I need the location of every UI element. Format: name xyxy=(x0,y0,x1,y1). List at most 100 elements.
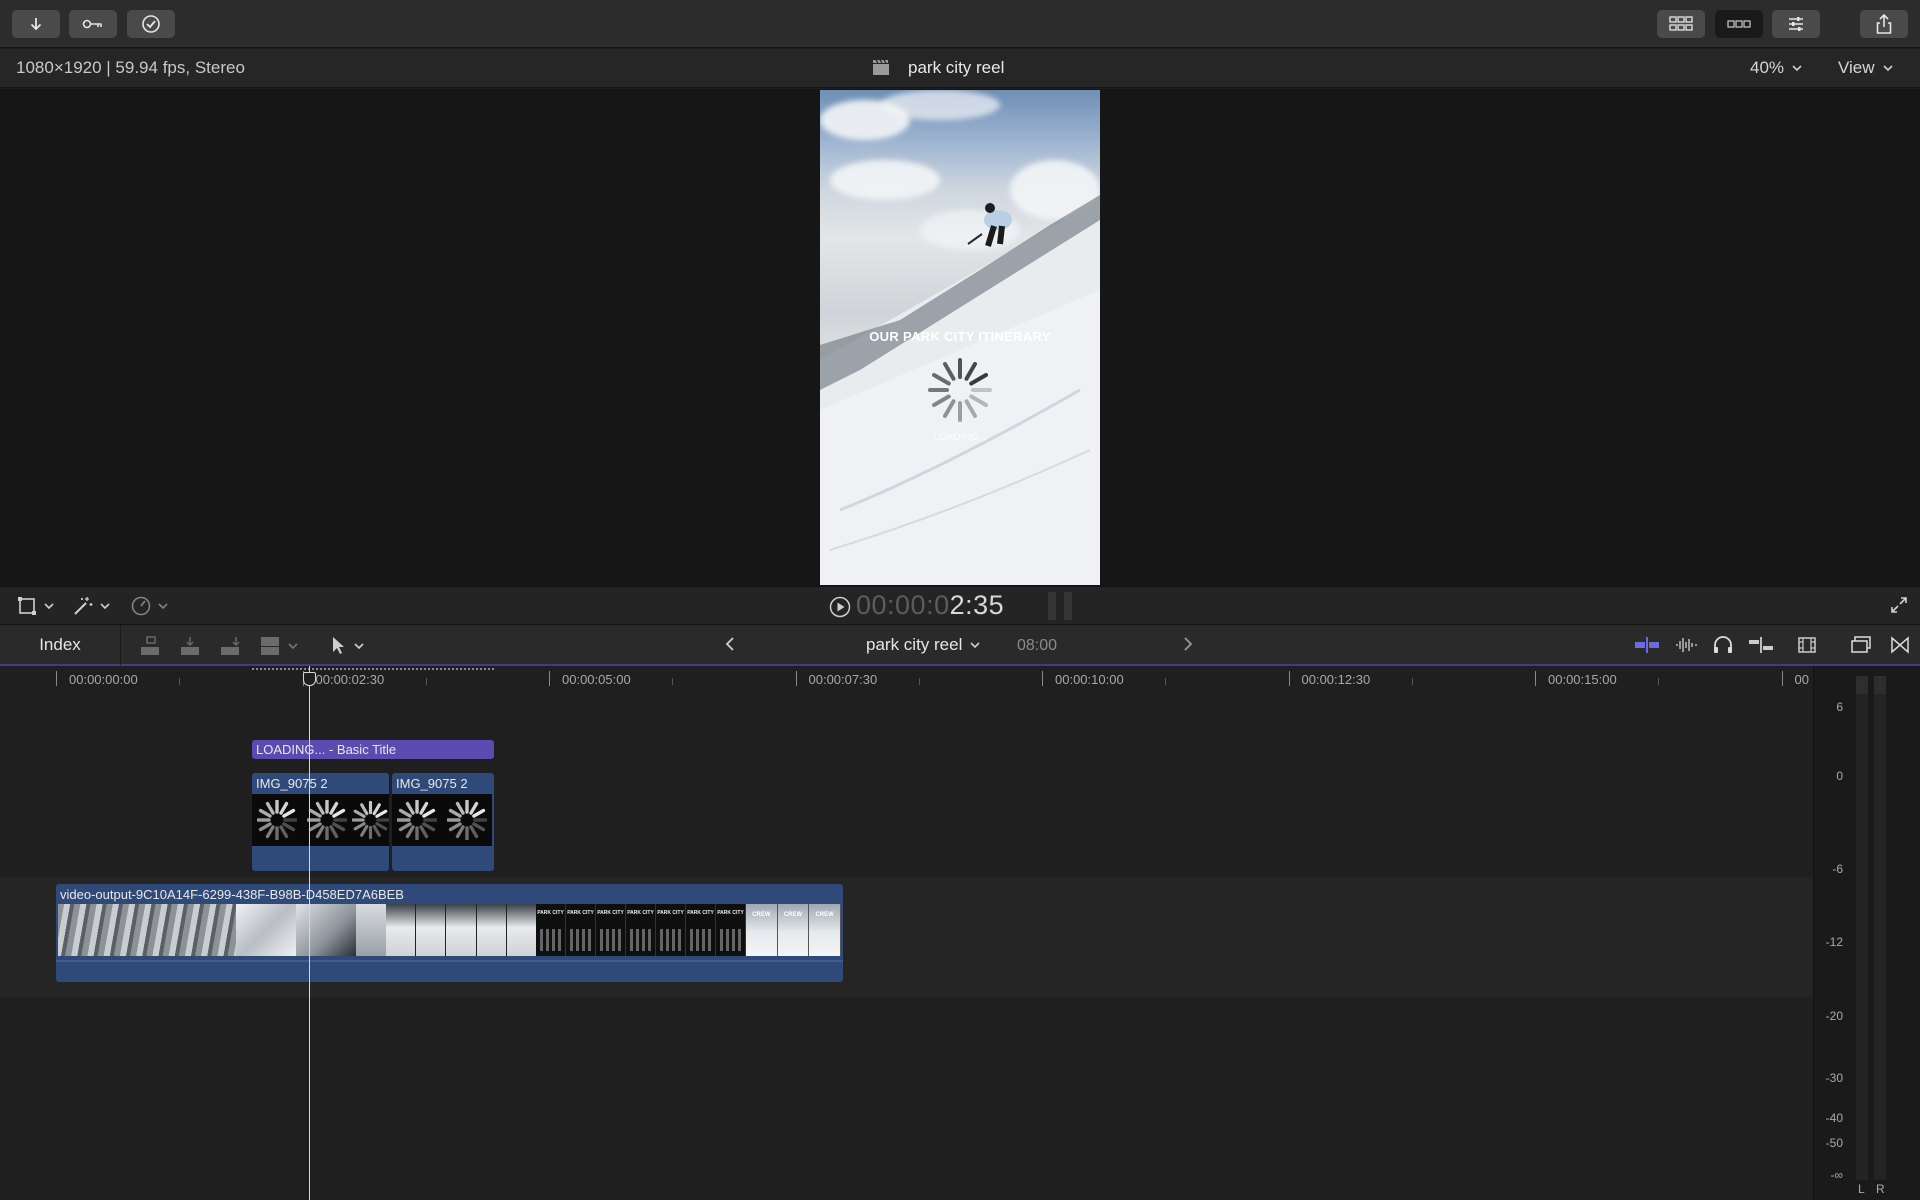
primary-clip[interactable]: video-output-9C10A14F-6299-438F-B98B-D45… xyxy=(56,884,843,982)
chevron-down-icon xyxy=(354,642,364,649)
thumb-frame: PARK CITY xyxy=(566,904,596,956)
ruler-tick-label: 00:00:02:30 xyxy=(315,672,385,687)
viewer: OUR PARK CITY ITINERARY LOADING... xyxy=(0,89,1920,586)
chevron-down-icon xyxy=(970,641,980,648)
share-button[interactable] xyxy=(1860,10,1908,38)
meter-scale-label: 0 xyxy=(1836,769,1843,783)
connected-clip[interactable]: IMG_9075 2 xyxy=(392,773,494,871)
clip-label: IMG_9075 2 xyxy=(396,776,468,791)
ruler-minor-tick xyxy=(1165,678,1167,685)
meter-left-label: L xyxy=(1858,1182,1865,1196)
snapping-icon[interactable] xyxy=(1748,635,1774,655)
thumb-park-city-graphics: PARK CITY PARK CITY PARK CITY PARK CITY PARK… xyxy=(536,904,746,956)
loading-spinner-icon xyxy=(352,794,389,846)
thumb-caption: PARK CITY xyxy=(567,910,594,916)
meter-scale-label: -20 xyxy=(1825,1009,1843,1023)
loading-spinner-icon xyxy=(442,794,492,846)
transitions-browser-button[interactable] xyxy=(1890,635,1910,655)
thumb-caption: PARK CITY xyxy=(597,910,624,916)
clip-filmstrip xyxy=(252,794,389,846)
timecode-display[interactable]: 00:00:02:35 xyxy=(856,590,1004,621)
chevron-down-icon xyxy=(158,602,168,609)
loading-spinner-icon xyxy=(252,794,302,846)
background-tasks-button[interactable] xyxy=(127,10,175,38)
title-clip[interactable]: LOADING... - Basic Title xyxy=(252,740,494,759)
transform-menu[interactable] xyxy=(16,595,54,617)
index-label: Index xyxy=(39,635,81,654)
enhancements-menu[interactable] xyxy=(72,595,110,617)
thumb-frame: CREW xyxy=(809,904,842,956)
zoom-menu[interactable]: 40% xyxy=(1750,58,1802,78)
chevron-down-icon xyxy=(1882,64,1893,71)
transform-icon xyxy=(18,597,36,615)
view-label: View xyxy=(1838,58,1875,77)
ruler-tick-label: 00 xyxy=(1794,672,1809,687)
playhead[interactable] xyxy=(309,666,310,1200)
timeline-header: Index park city reel 08:00 xyxy=(0,624,1920,666)
ruler-tick-label: 00:00:00:00 xyxy=(69,672,138,687)
clip-appearance-button[interactable] xyxy=(1797,635,1817,655)
grid-icon xyxy=(1669,16,1693,31)
timeline-ruler[interactable]: 00:00:00:00 00:00:02:30 00:00:05:00 00:00:0… xyxy=(0,666,1813,694)
audio-waveform-line xyxy=(56,960,843,962)
history-forward-button[interactable] xyxy=(1182,636,1194,652)
thumb-mountains xyxy=(58,904,236,956)
skier xyxy=(967,203,1012,247)
sliders-icon xyxy=(1789,17,1803,31)
headphones-icon[interactable] xyxy=(1712,635,1734,655)
thumb-frame: CREW xyxy=(777,904,810,956)
ruler-major-tick xyxy=(795,671,797,686)
clapper-icon xyxy=(872,58,890,76)
project-menu[interactable]: park city reel xyxy=(866,635,980,655)
thumb-frame: PARK CITY xyxy=(686,904,716,956)
import-button[interactable] xyxy=(12,10,60,38)
thumb-snow xyxy=(296,904,356,956)
meter-left-channel xyxy=(1856,676,1868,1180)
view-menu[interactable]: View xyxy=(1838,58,1893,78)
timecode-bright: 2:35 xyxy=(949,590,1005,620)
thumb-caption: PARK CITY xyxy=(687,910,714,916)
format-info: 1080×1920 | 59.94 fps, Stereo xyxy=(16,58,245,77)
tool-menu[interactable] xyxy=(330,635,364,657)
thumb-caption: PARK CITY xyxy=(657,910,684,916)
append-icon[interactable] xyxy=(218,635,242,657)
play-button[interactable] xyxy=(829,596,851,618)
browser-toggle-button[interactable] xyxy=(1657,10,1705,38)
expand-icon xyxy=(1891,597,1907,613)
ruler-major-tick xyxy=(549,671,550,686)
viewer-header: 1080×1920 | 59.94 fps, Stereo park city … xyxy=(0,49,1920,88)
filmstrip-icon xyxy=(1727,20,1751,28)
timeline[interactable]: 00:00:00:00 00:00:02:30 00:00:05:00 00:00:0… xyxy=(0,666,1813,1200)
connect-icon[interactable] xyxy=(138,635,162,657)
connected-clip[interactable]: IMG_9075 2 xyxy=(252,773,389,871)
insert-icon[interactable] xyxy=(178,635,202,657)
meter-scale-label: -12 xyxy=(1825,935,1843,949)
magic-wand-icon xyxy=(74,597,93,615)
keywords-button[interactable] xyxy=(69,10,117,38)
chevron-right-icon xyxy=(1184,637,1193,651)
fullscreen-button[interactable] xyxy=(1890,596,1908,614)
retime-menu[interactable] xyxy=(130,595,168,617)
index-button[interactable]: Index xyxy=(0,625,121,665)
history-back-button[interactable] xyxy=(724,636,736,652)
chevron-down-icon xyxy=(100,602,110,609)
overlay-title: OUR PARK CITY ITINERARY xyxy=(869,329,1051,344)
inspector-toggle-button[interactable] xyxy=(1772,10,1820,38)
thumb-caption: PARK CITY xyxy=(627,910,654,916)
meter-scale-label: -30 xyxy=(1825,1071,1843,1085)
down-arrow-icon xyxy=(30,18,42,31)
playhead-handle[interactable] xyxy=(303,672,316,686)
ruler-minor-tick xyxy=(179,678,181,685)
loading-text: LOADING... xyxy=(933,432,987,443)
ruler-major-tick xyxy=(56,671,57,686)
audio-skimming-icon[interactable] xyxy=(1674,635,1698,655)
timeline-toggle-button[interactable] xyxy=(1715,10,1763,38)
chevron-down-icon xyxy=(44,602,54,609)
thumb-caption: CREW xyxy=(783,912,803,918)
ruler-minor-tick xyxy=(1411,678,1413,685)
skimming-icon[interactable] xyxy=(1634,635,1660,655)
effects-browser-button[interactable] xyxy=(1850,635,1872,655)
video-frame[interactable]: OUR PARK CITY ITINERARY LOADING... xyxy=(820,90,1100,585)
transitions-icon xyxy=(1891,636,1909,654)
overwrite-icon[interactable] xyxy=(258,635,282,657)
